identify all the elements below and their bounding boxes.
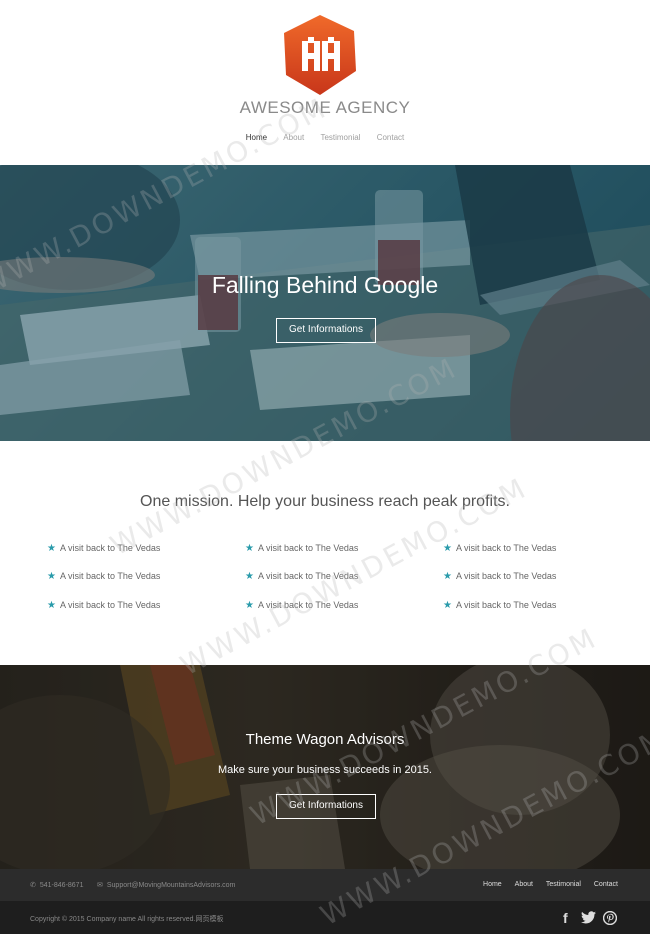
brand-name: AWESOME AGENCY	[239, 98, 411, 117]
footer-nav-about[interactable]: About	[515, 881, 533, 888]
star-icon: ★	[47, 600, 56, 611]
star-icon: ★	[47, 543, 56, 554]
nav-contact[interactable]: Contact	[377, 133, 405, 142]
feature-item: ★ A visit back to The Vedas	[443, 571, 557, 582]
star-icon: ★	[245, 543, 254, 554]
footer-nav-testimonial[interactable]: Testimonial	[546, 881, 581, 888]
facebook-icon[interactable]: f	[563, 910, 568, 926]
star-icon: ★	[245, 600, 254, 611]
footer-phone[interactable]: ✆ 541-846-8671	[30, 881, 83, 889]
mission-title: One mission. Help your business reach pe…	[140, 493, 510, 510]
star-icon: ★	[47, 571, 56, 582]
advisors-title: Theme Wagon Advisors	[245, 731, 405, 748]
phone-icon: ✆	[30, 882, 36, 889]
footer-email[interactable]: ✉ Support@MovingMountainsAdvisors.com	[97, 881, 235, 889]
feature-item: ★ A visit back to The Vedas	[47, 543, 161, 554]
star-icon: ★	[443, 600, 452, 611]
nav-testimonial[interactable]: Testimonial	[320, 133, 360, 142]
feature-item: ★ A visit back to The Vedas	[47, 600, 161, 611]
advisors-get-info-button[interactable]: Get Informations	[276, 794, 376, 819]
nav-about[interactable]: About	[283, 133, 304, 142]
advisors-section: Theme Wagon Advisors Make sure your busi…	[0, 665, 650, 869]
hero-overlay	[0, 165, 650, 441]
footer-bottom: Copyright © 2015 Company name All rights…	[0, 901, 650, 934]
star-icon: ★	[245, 571, 254, 582]
copyright-text: Copyright © 2015 Company name All rights…	[30, 916, 224, 923]
envelope-icon: ✉	[97, 882, 103, 889]
hero-get-info-button[interactable]: Get Informations	[276, 318, 376, 343]
feature-item: ★ A visit back to The Vedas	[47, 571, 161, 582]
main-nav: Home About Testimonial Contact	[0, 133, 650, 142]
feature-item: ★ A visit back to The Vedas	[443, 543, 557, 554]
star-icon: ★	[443, 571, 452, 582]
agency-logo-icon[interactable]	[282, 13, 358, 97]
feature-item: ★ A visit back to The Vedas	[443, 600, 557, 611]
hero-title: Falling Behind Google	[211, 272, 439, 298]
star-icon: ★	[443, 543, 452, 554]
hero-section	[0, 165, 650, 441]
footer-nav-contact[interactable]: Contact	[594, 881, 618, 888]
feature-item: ★ A visit back to The Vedas	[245, 543, 359, 554]
feature-item: ★ A visit back to The Vedas	[245, 571, 359, 582]
mission-section: One mission. Help your business reach pe…	[0, 441, 650, 665]
feature-item: ★ A visit back to The Vedas	[245, 600, 359, 611]
twitter-icon[interactable]	[581, 911, 596, 927]
advisors-subtitle: Make sure your business succeeds in 2015…	[217, 764, 432, 776]
nav-home[interactable]: Home	[246, 133, 267, 142]
footer-nav: Home About Testimonial Contact	[472, 881, 618, 888]
footer-nav-home[interactable]: Home	[483, 881, 502, 888]
pinterest-icon[interactable]	[602, 910, 618, 928]
footer-top: ✆ 541-846-8671 ✉ Support@MovingMountainsAd…	[0, 869, 650, 901]
site-header: AWESOME AGENCY Home About Testimonial Co…	[0, 0, 650, 165]
